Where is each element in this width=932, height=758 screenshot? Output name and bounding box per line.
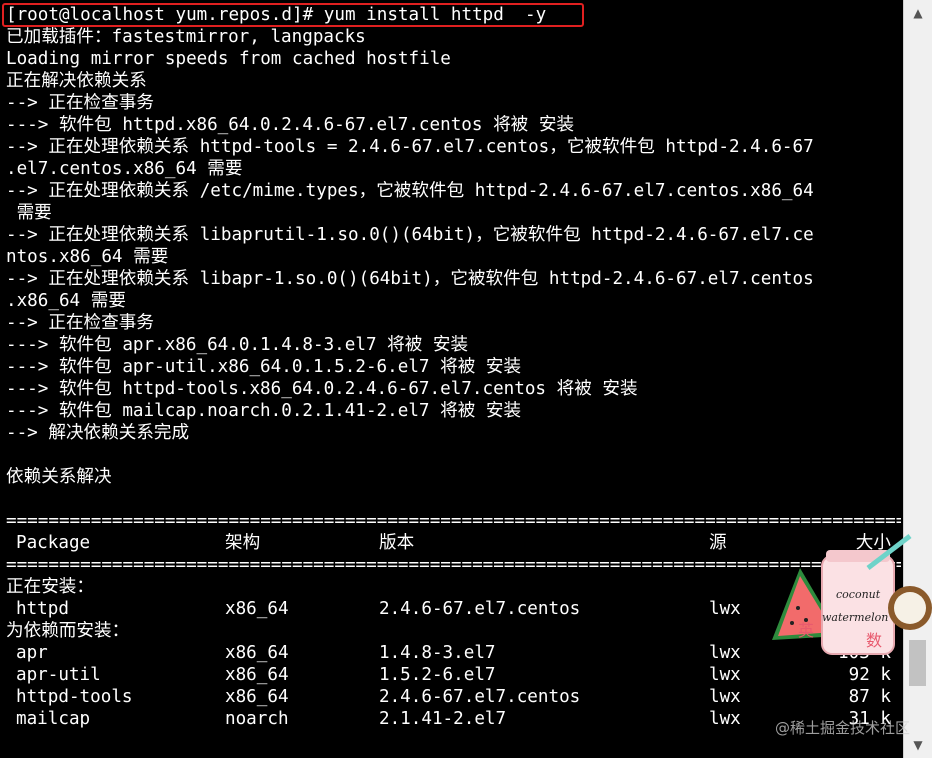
header-repo: 源 — [709, 533, 727, 553]
deps-label: 为依赖而安装： — [6, 621, 130, 641]
table-row: httpd-tools x86_64 2.4.6-67.el7.centos lwx 8… — [6, 686, 901, 708]
cell-version: 2.4.6-67.el7.centos — [379, 687, 581, 707]
cell-arch: noarch — [225, 709, 289, 729]
table-row: httpd x86_64 2.4.6-67.el7.centos lwx — [6, 598, 901, 620]
output-line: --> 正在处理依赖关系 libaprutil-1.so.0()(64bit)，… — [6, 225, 814, 245]
output-line: --> 解决依赖关系完成 — [6, 423, 190, 443]
output-line: 已加载插件：fastestmirror, langpacks — [6, 27, 366, 47]
table-row: apr x86_64 1.4.8-3.el7 lwx 103 k — [6, 642, 901, 664]
output-line: Loading mirror speeds from cached hostfi… — [6, 49, 451, 69]
watermark: @稀土掘金技术社区 — [774, 719, 910, 737]
cell-size: 103 k — [838, 643, 891, 663]
cell-repo: lwx — [709, 687, 741, 707]
cell-package: mailcap — [16, 709, 91, 729]
table-separator-bottom: ========================================… — [6, 555, 901, 575]
cell-version: 2.1.41-2.el7 — [379, 709, 507, 729]
cell-arch: x86_64 — [225, 643, 289, 663]
cell-size: 87 k — [848, 687, 891, 707]
output-line: ---> 软件包 httpd.x86_64.0.2.4.6-67.el7.cen… — [6, 115, 575, 135]
output-line: ---> 软件包 mailcap.noarch.0.2.1.41-2.el7 将… — [6, 401, 522, 421]
output-line: 正在解决依赖关系 — [6, 71, 147, 91]
scrollbar-thumb[interactable] — [909, 640, 926, 686]
command-line: [root@localhost yum.repos.d]# yum instal… — [6, 5, 547, 25]
output-line: ---> 软件包 apr.x86_64.0.1.4.8-3.el7 将被 安装 — [6, 335, 469, 355]
header-version: 版本 — [379, 533, 415, 553]
cell-repo: lwx — [709, 599, 741, 619]
cell-arch: x86_64 — [225, 687, 289, 707]
cell-package: apr — [16, 643, 48, 663]
cell-package: httpd — [16, 599, 69, 619]
output-line: ---> 软件包 httpd-tools.x86_64.0.2.4.6-67.e… — [6, 379, 638, 399]
cell-version: 2.4.6-67.el7.centos — [379, 599, 581, 619]
output-line: .x86_64 需要 — [6, 291, 126, 311]
cell-repo: lwx — [709, 709, 741, 729]
terminal-output[interactable]: [root@localhost yum.repos.d]# yum instal… — [6, 4, 901, 758]
vertical-scrollbar[interactable]: ▲ ▼ — [903, 0, 932, 758]
cell-arch: x86_64 — [225, 665, 289, 685]
scroll-up-arrow-icon[interactable]: ▲ — [904, 0, 932, 26]
output-line: --> 正在处理依赖关系 httpd-tools = 2.4.6-67.el7.… — [6, 137, 814, 157]
table-row: mailcap noarch 2.1.41-2.el7 lwx 31 k — [6, 708, 901, 730]
header-arch: 架构 — [225, 533, 261, 553]
output-line: --> 正在处理依赖关系 libapr-1.so.0()(64bit)，它被软件… — [6, 269, 814, 289]
table-separator-top: ========================================… — [6, 511, 901, 531]
cell-package: httpd-tools — [16, 687, 133, 707]
output-line: ntos.x86_64 需要 — [6, 247, 169, 267]
output-line: --> 正在检查事务 — [6, 93, 154, 113]
output-line: ---> 软件包 apr-util.x86_64.0.1.5.2-6.el7 将… — [6, 357, 522, 377]
output-line: .el7.centos.x86_64 需要 — [6, 159, 243, 179]
cell-version: 1.4.8-3.el7 — [379, 643, 496, 663]
cell-size: 92 k — [848, 665, 891, 685]
cell-version: 1.5.2-6.el7 — [379, 665, 496, 685]
output-line: 依赖关系解决 — [6, 467, 112, 487]
table-row: apr-util x86_64 1.5.2-6.el7 lwx 92 k — [6, 664, 901, 686]
installing-label: 正在安装： — [6, 577, 94, 597]
cell-package: apr-util — [16, 665, 101, 685]
cell-repo: lwx — [709, 643, 741, 663]
output-line: --> 正在处理依赖关系 /etc/mime.types，它被软件包 httpd… — [6, 181, 814, 201]
cell-arch: x86_64 — [225, 599, 289, 619]
output-line: --> 正在检查事务 — [6, 313, 154, 333]
output-line: 需要 — [6, 203, 52, 223]
header-package: Package — [16, 533, 91, 553]
cell-repo: lwx — [709, 665, 741, 685]
header-size: 大小 — [855, 533, 891, 553]
table-header-row: Package 架构 版本 源 大小 — [6, 532, 901, 554]
